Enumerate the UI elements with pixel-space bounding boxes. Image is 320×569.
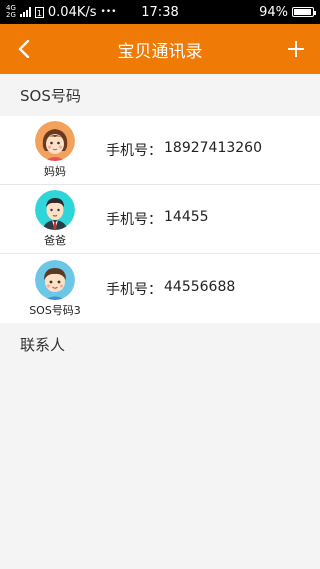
child-avatar-icon — [35, 259, 75, 300]
back-button[interactable] — [10, 35, 38, 63]
mother-avatar-icon — [35, 121, 75, 161]
contact-name: 爸爸 — [44, 234, 66, 247]
battery-icon — [292, 7, 316, 17]
phone-value: 18927413260 — [164, 140, 262, 156]
sos-contact-row[interactable]: 爸爸 手机号： 14455 — [0, 185, 320, 254]
status-left: 4G 2G 1 0.04K/s ••• — [6, 5, 116, 20]
phone-number: 手机号： 14455 — [106, 209, 209, 229]
contact-name: 妈妈 — [44, 165, 66, 178]
phone-value: 14455 — [164, 209, 209, 225]
sim-icon: 1 — [34, 6, 44, 18]
network-2g-label: 2G — [6, 11, 16, 19]
more-notifications-icon: ••• — [100, 7, 117, 17]
phone-label: 手机号： — [106, 143, 162, 159]
contact-name: SOS号码3 — [29, 303, 81, 317]
phone-value: 44556688 — [164, 278, 236, 295]
sos-contact-row[interactable]: SOS号码3 手机号： 44556688 — [0, 254, 320, 323]
chevron-left-icon — [18, 40, 30, 58]
phone-label: 手机号： — [106, 281, 162, 298]
app-header: 宝贝通讯录 — [0, 24, 320, 74]
status-bar: 4G 2G 1 0.04K/s ••• 17:38 94% — [0, 0, 320, 24]
sos-contact-row[interactable]: 妈妈 手机号： 18927413260 — [0, 116, 320, 185]
avatar-column: SOS号码3 — [0, 259, 110, 318]
sos-section-header: SOS号码 — [20, 86, 81, 105]
father-avatar-icon — [35, 190, 75, 230]
battery-percent: 94% — [259, 4, 288, 20]
phone-number: 手机号： 18927413260 — [106, 140, 262, 160]
network-type: 4G 2G — [6, 5, 16, 19]
avatar-column: 妈妈 — [0, 121, 110, 179]
network-speed: 0.04K/s — [47, 4, 97, 20]
page-title: 宝贝通讯录 — [117, 41, 203, 62]
battery-fill — [294, 9, 311, 15]
phone-label: 手机号： — [106, 212, 162, 228]
sos-contact-list: 妈妈 手机号： 18927413260 爸爸 手机号： 14455 SOS号码3… — [0, 116, 320, 323]
status-right: 94% — [259, 4, 316, 20]
signal-icon — [19, 7, 31, 17]
contacts-section-header: 联系人 — [20, 335, 66, 354]
phone-number: 手机号： 44556688 — [106, 279, 235, 299]
add-contact-button[interactable] — [282, 35, 310, 63]
plus-icon — [288, 41, 304, 57]
avatar-column: 爸爸 — [0, 190, 110, 248]
